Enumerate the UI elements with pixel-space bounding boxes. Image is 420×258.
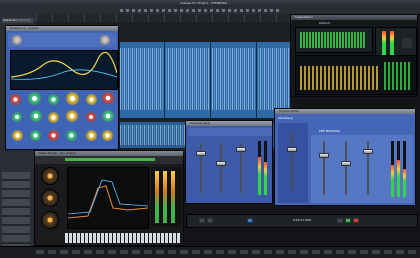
eq-knob-rows xyxy=(8,92,116,148)
filter-curve xyxy=(68,179,148,219)
mixer-window[interactable]: Control Room Steinberg PRE PROCESS xyxy=(274,108,416,206)
level-meter xyxy=(264,141,267,195)
tab-visibility[interactable]: Visibility xyxy=(18,18,31,22)
amp-top-strip xyxy=(35,156,183,164)
eq-plugin-title: Frequency - Inserts xyxy=(10,26,39,30)
eq-top-strip xyxy=(8,33,116,47)
knob-tone[interactable] xyxy=(41,211,59,229)
waveform xyxy=(120,48,290,110)
readout xyxy=(402,38,412,48)
level-strip xyxy=(65,158,155,161)
inspector-rows[interactable] xyxy=(2,172,30,252)
toolbar-icon-row[interactable] xyxy=(120,9,280,12)
knob[interactable] xyxy=(12,112,22,122)
bottom-strip xyxy=(0,246,420,258)
level-meter xyxy=(391,141,394,197)
knob[interactable] xyxy=(86,112,96,122)
mixer-left-panel xyxy=(278,123,308,203)
level-meter xyxy=(397,141,400,197)
cycle-button[interactable] xyxy=(247,218,253,223)
channel-strip-window[interactable]: Channel Strip xyxy=(185,120,273,204)
mixer-main-panel xyxy=(311,135,413,203)
knob[interactable] xyxy=(12,35,22,45)
knob-q[interactable] xyxy=(86,94,97,105)
mixer-brand: Steinberg xyxy=(278,116,293,120)
knob[interactable] xyxy=(100,35,110,45)
eq-plugin-window[interactable]: Frequency - Inserts xyxy=(5,25,119,150)
forward-button[interactable] xyxy=(207,218,213,223)
knob[interactable] xyxy=(12,130,23,141)
rewind-button[interactable] xyxy=(199,218,205,223)
knob-q[interactable] xyxy=(48,94,59,105)
inspector-tabs[interactable]: Inspector Visibility xyxy=(2,18,34,23)
analyzer-window[interactable]: SuperVision Default xyxy=(290,14,418,97)
strip-header xyxy=(188,128,272,136)
knob[interactable] xyxy=(66,130,77,141)
fader-handle[interactable] xyxy=(341,161,351,166)
record-button[interactable] xyxy=(353,218,359,223)
amp-meters xyxy=(151,167,181,227)
knob[interactable] xyxy=(48,130,59,141)
fader-handle[interactable] xyxy=(319,153,329,158)
knob-out[interactable] xyxy=(102,92,114,104)
knob-freq[interactable] xyxy=(66,92,79,105)
knob[interactable] xyxy=(102,130,113,141)
knob[interactable] xyxy=(66,110,78,122)
meter-bar xyxy=(155,171,159,223)
knob[interactable] xyxy=(30,110,42,122)
eq-curve-display[interactable] xyxy=(10,50,118,90)
fader-handle[interactable] xyxy=(363,149,373,154)
stop-button[interactable] xyxy=(337,218,343,223)
spectrum-bars xyxy=(300,66,380,90)
meter-bar xyxy=(390,31,394,55)
channel-strip-title: Channel Strip xyxy=(190,121,211,125)
eq-curve xyxy=(11,51,117,80)
app-titlebar: Cubase Pro Project - STEREO69 xyxy=(0,0,420,7)
audio-track-1[interactable] xyxy=(120,42,290,118)
fader-handle[interactable] xyxy=(196,151,206,156)
event-separator xyxy=(256,42,257,118)
meter-bar xyxy=(171,171,175,223)
knob-drive[interactable] xyxy=(41,189,59,207)
fader-track[interactable] xyxy=(220,143,222,193)
spectrum-panel xyxy=(295,55,417,95)
fader-track[interactable] xyxy=(345,141,347,195)
knob-freq[interactable] xyxy=(28,92,41,105)
event-separator xyxy=(210,42,211,118)
analyzer-preset[interactable]: Default xyxy=(319,21,330,25)
level-bars xyxy=(300,32,366,48)
meter-panel-top xyxy=(295,27,373,53)
play-button[interactable] xyxy=(345,218,351,223)
knob-gain[interactable] xyxy=(10,94,21,105)
mixer-section-label: PRE PROCESS xyxy=(319,129,340,133)
meter-bar xyxy=(382,31,386,55)
status-row xyxy=(36,250,416,254)
ruler[interactable] xyxy=(36,14,290,22)
fader-handle[interactable] xyxy=(236,147,246,152)
tab-inspector[interactable]: Inspector xyxy=(3,18,17,22)
fader-handle[interactable] xyxy=(216,161,226,166)
app-title: Cubase Pro Project - STEREO69 xyxy=(180,1,227,5)
transport-time: 0:00:17.000 xyxy=(293,218,312,222)
knob[interactable] xyxy=(86,130,97,141)
transport-bar: 0:00:17.000 xyxy=(186,214,418,228)
fader-handle[interactable] xyxy=(287,147,297,152)
amp-bottom-keys[interactable] xyxy=(65,233,181,243)
mixer-title: Control Room xyxy=(279,109,300,113)
fader-track[interactable] xyxy=(291,131,293,191)
level-meter xyxy=(403,141,406,197)
knob[interactable] xyxy=(48,112,59,123)
knob[interactable] xyxy=(102,110,114,122)
analyzer-title: SuperVision xyxy=(295,15,313,19)
event-separator xyxy=(164,42,165,118)
fader-track[interactable] xyxy=(323,141,325,195)
knob-input[interactable] xyxy=(41,167,59,185)
level-meter xyxy=(258,141,261,195)
amp-plugin-window[interactable]: Mixer Plugin - Pro Classic xyxy=(34,150,184,246)
amp-graph-display[interactable] xyxy=(67,167,149,229)
spectrum-bars-2 xyxy=(384,62,412,90)
knob[interactable] xyxy=(30,130,41,141)
meter-bar xyxy=(163,171,167,223)
